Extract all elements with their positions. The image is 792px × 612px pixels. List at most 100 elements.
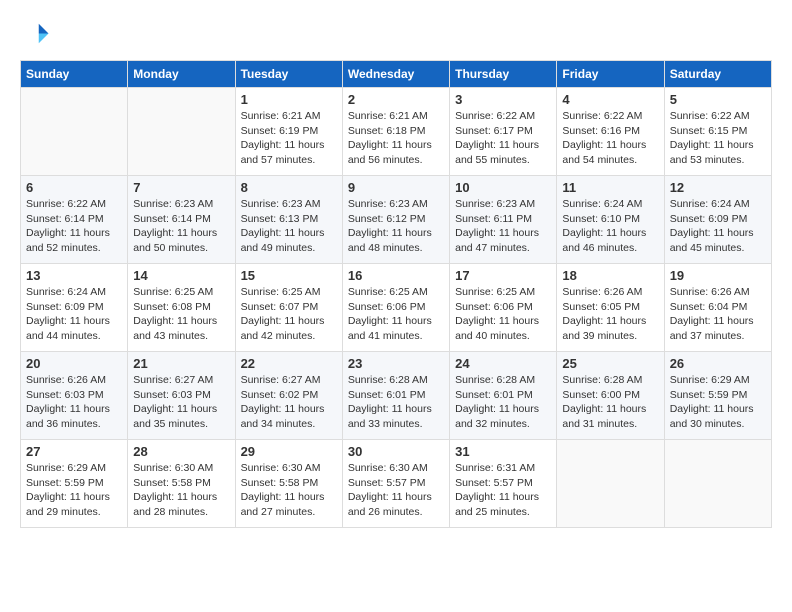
day-number: 26 bbox=[670, 356, 766, 371]
day-number: 16 bbox=[348, 268, 444, 283]
day-info: Sunrise: 6:21 AM Sunset: 6:18 PM Dayligh… bbox=[348, 109, 444, 168]
day-number: 24 bbox=[455, 356, 551, 371]
day-number: 11 bbox=[562, 180, 658, 195]
calendar-cell: 13 Sunrise: 6:24 AM Sunset: 6:09 PM Dayli… bbox=[21, 264, 128, 352]
page-header bbox=[20, 20, 772, 50]
day-info: Sunrise: 6:22 AM Sunset: 6:14 PM Dayligh… bbox=[26, 197, 122, 256]
day-info: Sunrise: 6:31 AM Sunset: 5:57 PM Dayligh… bbox=[455, 461, 551, 520]
day-number: 17 bbox=[455, 268, 551, 283]
day-info: Sunrise: 6:28 AM Sunset: 6:01 PM Dayligh… bbox=[348, 373, 444, 432]
calendar-cell: 18 Sunrise: 6:26 AM Sunset: 6:05 PM Dayli… bbox=[557, 264, 664, 352]
day-number: 31 bbox=[455, 444, 551, 459]
weekday-header: Friday bbox=[557, 61, 664, 88]
calendar-cell: 7 Sunrise: 6:23 AM Sunset: 6:14 PM Daylig… bbox=[128, 176, 235, 264]
day-number: 7 bbox=[133, 180, 229, 195]
day-number: 20 bbox=[26, 356, 122, 371]
day-info: Sunrise: 6:22 AM Sunset: 6:16 PM Dayligh… bbox=[562, 109, 658, 168]
logo bbox=[20, 20, 52, 50]
day-number: 13 bbox=[26, 268, 122, 283]
weekday-header: Tuesday bbox=[235, 61, 342, 88]
calendar-week-row: 1Sunrise: 6:21 AM Sunset: 6:19 PM Daylig… bbox=[21, 88, 772, 176]
calendar-cell: 16Sunrise: 6:25 AM Sunset: 6:06 PM Dayli… bbox=[342, 264, 449, 352]
calendar-cell: 4 Sunrise: 6:22 AM Sunset: 6:16 PM Daylig… bbox=[557, 88, 664, 176]
calendar-cell: 12Sunrise: 6:24 AM Sunset: 6:09 PM Dayli… bbox=[664, 176, 771, 264]
calendar-cell: 2 Sunrise: 6:21 AM Sunset: 6:18 PM Daylig… bbox=[342, 88, 449, 176]
calendar-cell: 21 Sunrise: 6:27 AM Sunset: 6:03 PM Dayli… bbox=[128, 352, 235, 440]
day-info: Sunrise: 6:23 AM Sunset: 6:11 PM Dayligh… bbox=[455, 197, 551, 256]
day-info: Sunrise: 6:28 AM Sunset: 6:00 PM Dayligh… bbox=[562, 373, 658, 432]
calendar-week-row: 6 Sunrise: 6:22 AM Sunset: 6:14 PM Daylig… bbox=[21, 176, 772, 264]
calendar-cell bbox=[664, 440, 771, 528]
calendar-week-row: 20 Sunrise: 6:26 AM Sunset: 6:03 PM Dayli… bbox=[21, 352, 772, 440]
calendar-cell: 22 Sunrise: 6:27 AM Sunset: 6:02 PM Dayli… bbox=[235, 352, 342, 440]
calendar-cell: 31 Sunrise: 6:31 AM Sunset: 5:57 PM Dayli… bbox=[450, 440, 557, 528]
day-info: Sunrise: 6:30 AM Sunset: 5:58 PM Dayligh… bbox=[133, 461, 229, 520]
calendar-cell: 3 Sunrise: 6:22 AM Sunset: 6:17 PM Daylig… bbox=[450, 88, 557, 176]
day-number: 25 bbox=[562, 356, 658, 371]
weekday-header: Saturday bbox=[664, 61, 771, 88]
calendar-cell: 10 Sunrise: 6:23 AM Sunset: 6:11 PM Dayli… bbox=[450, 176, 557, 264]
day-info: Sunrise: 6:30 AM Sunset: 5:57 PM Dayligh… bbox=[348, 461, 444, 520]
calendar-cell bbox=[21, 88, 128, 176]
calendar-cell: 23 Sunrise: 6:28 AM Sunset: 6:01 PM Dayli… bbox=[342, 352, 449, 440]
calendar-cell: 1Sunrise: 6:21 AM Sunset: 6:19 PM Daylig… bbox=[235, 88, 342, 176]
day-info: Sunrise: 6:25 AM Sunset: 6:06 PM Dayligh… bbox=[455, 285, 551, 344]
calendar-cell: 9 Sunrise: 6:23 AM Sunset: 6:12 PM Daylig… bbox=[342, 176, 449, 264]
day-info: Sunrise: 6:28 AM Sunset: 6:01 PM Dayligh… bbox=[455, 373, 551, 432]
day-info: Sunrise: 6:27 AM Sunset: 6:02 PM Dayligh… bbox=[241, 373, 337, 432]
day-number: 19 bbox=[670, 268, 766, 283]
calendar-cell bbox=[557, 440, 664, 528]
day-number: 27 bbox=[26, 444, 122, 459]
day-number: 29 bbox=[241, 444, 337, 459]
day-number: 14 bbox=[133, 268, 229, 283]
logo-icon bbox=[20, 20, 50, 50]
calendar-cell bbox=[128, 88, 235, 176]
day-number: 5 bbox=[670, 92, 766, 107]
day-number: 1 bbox=[241, 92, 337, 107]
day-number: 18 bbox=[562, 268, 658, 283]
day-info: Sunrise: 6:23 AM Sunset: 6:13 PM Dayligh… bbox=[241, 197, 337, 256]
day-number: 10 bbox=[455, 180, 551, 195]
calendar-cell: 17 Sunrise: 6:25 AM Sunset: 6:06 PM Dayli… bbox=[450, 264, 557, 352]
calendar-week-row: 13 Sunrise: 6:24 AM Sunset: 6:09 PM Dayli… bbox=[21, 264, 772, 352]
day-info: Sunrise: 6:23 AM Sunset: 6:12 PM Dayligh… bbox=[348, 197, 444, 256]
calendar-cell: 5 Sunrise: 6:22 AM Sunset: 6:15 PM Daylig… bbox=[664, 88, 771, 176]
day-info: Sunrise: 6:23 AM Sunset: 6:14 PM Dayligh… bbox=[133, 197, 229, 256]
weekday-header: Thursday bbox=[450, 61, 557, 88]
day-number: 23 bbox=[348, 356, 444, 371]
day-number: 15 bbox=[241, 268, 337, 283]
day-info: Sunrise: 6:26 AM Sunset: 6:05 PM Dayligh… bbox=[562, 285, 658, 344]
day-info: Sunrise: 6:30 AM Sunset: 5:58 PM Dayligh… bbox=[241, 461, 337, 520]
calendar-cell: 26 Sunrise: 6:29 AM Sunset: 5:59 PM Dayli… bbox=[664, 352, 771, 440]
day-info: Sunrise: 6:25 AM Sunset: 6:07 PM Dayligh… bbox=[241, 285, 337, 344]
day-number: 3 bbox=[455, 92, 551, 107]
day-info: Sunrise: 6:24 AM Sunset: 6:09 PM Dayligh… bbox=[670, 197, 766, 256]
day-number: 4 bbox=[562, 92, 658, 107]
day-number: 21 bbox=[133, 356, 229, 371]
day-info: Sunrise: 6:25 AM Sunset: 6:08 PM Dayligh… bbox=[133, 285, 229, 344]
calendar-cell: 30Sunrise: 6:30 AM Sunset: 5:57 PM Dayli… bbox=[342, 440, 449, 528]
day-number: 28 bbox=[133, 444, 229, 459]
calendar-cell: 15 Sunrise: 6:25 AM Sunset: 6:07 PM Dayli… bbox=[235, 264, 342, 352]
day-number: 8 bbox=[241, 180, 337, 195]
calendar-header-row: SundayMondayTuesdayWednesdayThursdayFrid… bbox=[21, 61, 772, 88]
day-info: Sunrise: 6:22 AM Sunset: 6:15 PM Dayligh… bbox=[670, 109, 766, 168]
calendar-cell: 27Sunrise: 6:29 AM Sunset: 5:59 PM Dayli… bbox=[21, 440, 128, 528]
weekday-header: Monday bbox=[128, 61, 235, 88]
day-info: Sunrise: 6:27 AM Sunset: 6:03 PM Dayligh… bbox=[133, 373, 229, 432]
calendar-cell: 29 Sunrise: 6:30 AM Sunset: 5:58 PM Dayli… bbox=[235, 440, 342, 528]
calendar-cell: 19Sunrise: 6:26 AM Sunset: 6:04 PM Dayli… bbox=[664, 264, 771, 352]
day-number: 22 bbox=[241, 356, 337, 371]
day-info: Sunrise: 6:26 AM Sunset: 6:03 PM Dayligh… bbox=[26, 373, 122, 432]
calendar-cell: 6 Sunrise: 6:22 AM Sunset: 6:14 PM Daylig… bbox=[21, 176, 128, 264]
calendar-week-row: 27Sunrise: 6:29 AM Sunset: 5:59 PM Dayli… bbox=[21, 440, 772, 528]
day-number: 9 bbox=[348, 180, 444, 195]
day-info: Sunrise: 6:24 AM Sunset: 6:10 PM Dayligh… bbox=[562, 197, 658, 256]
day-info: Sunrise: 6:29 AM Sunset: 5:59 PM Dayligh… bbox=[670, 373, 766, 432]
day-info: Sunrise: 6:24 AM Sunset: 6:09 PM Dayligh… bbox=[26, 285, 122, 344]
day-number: 2 bbox=[348, 92, 444, 107]
calendar-table: SundayMondayTuesdayWednesdayThursdayFrid… bbox=[20, 60, 772, 528]
weekday-header: Wednesday bbox=[342, 61, 449, 88]
day-number: 6 bbox=[26, 180, 122, 195]
day-info: Sunrise: 6:22 AM Sunset: 6:17 PM Dayligh… bbox=[455, 109, 551, 168]
